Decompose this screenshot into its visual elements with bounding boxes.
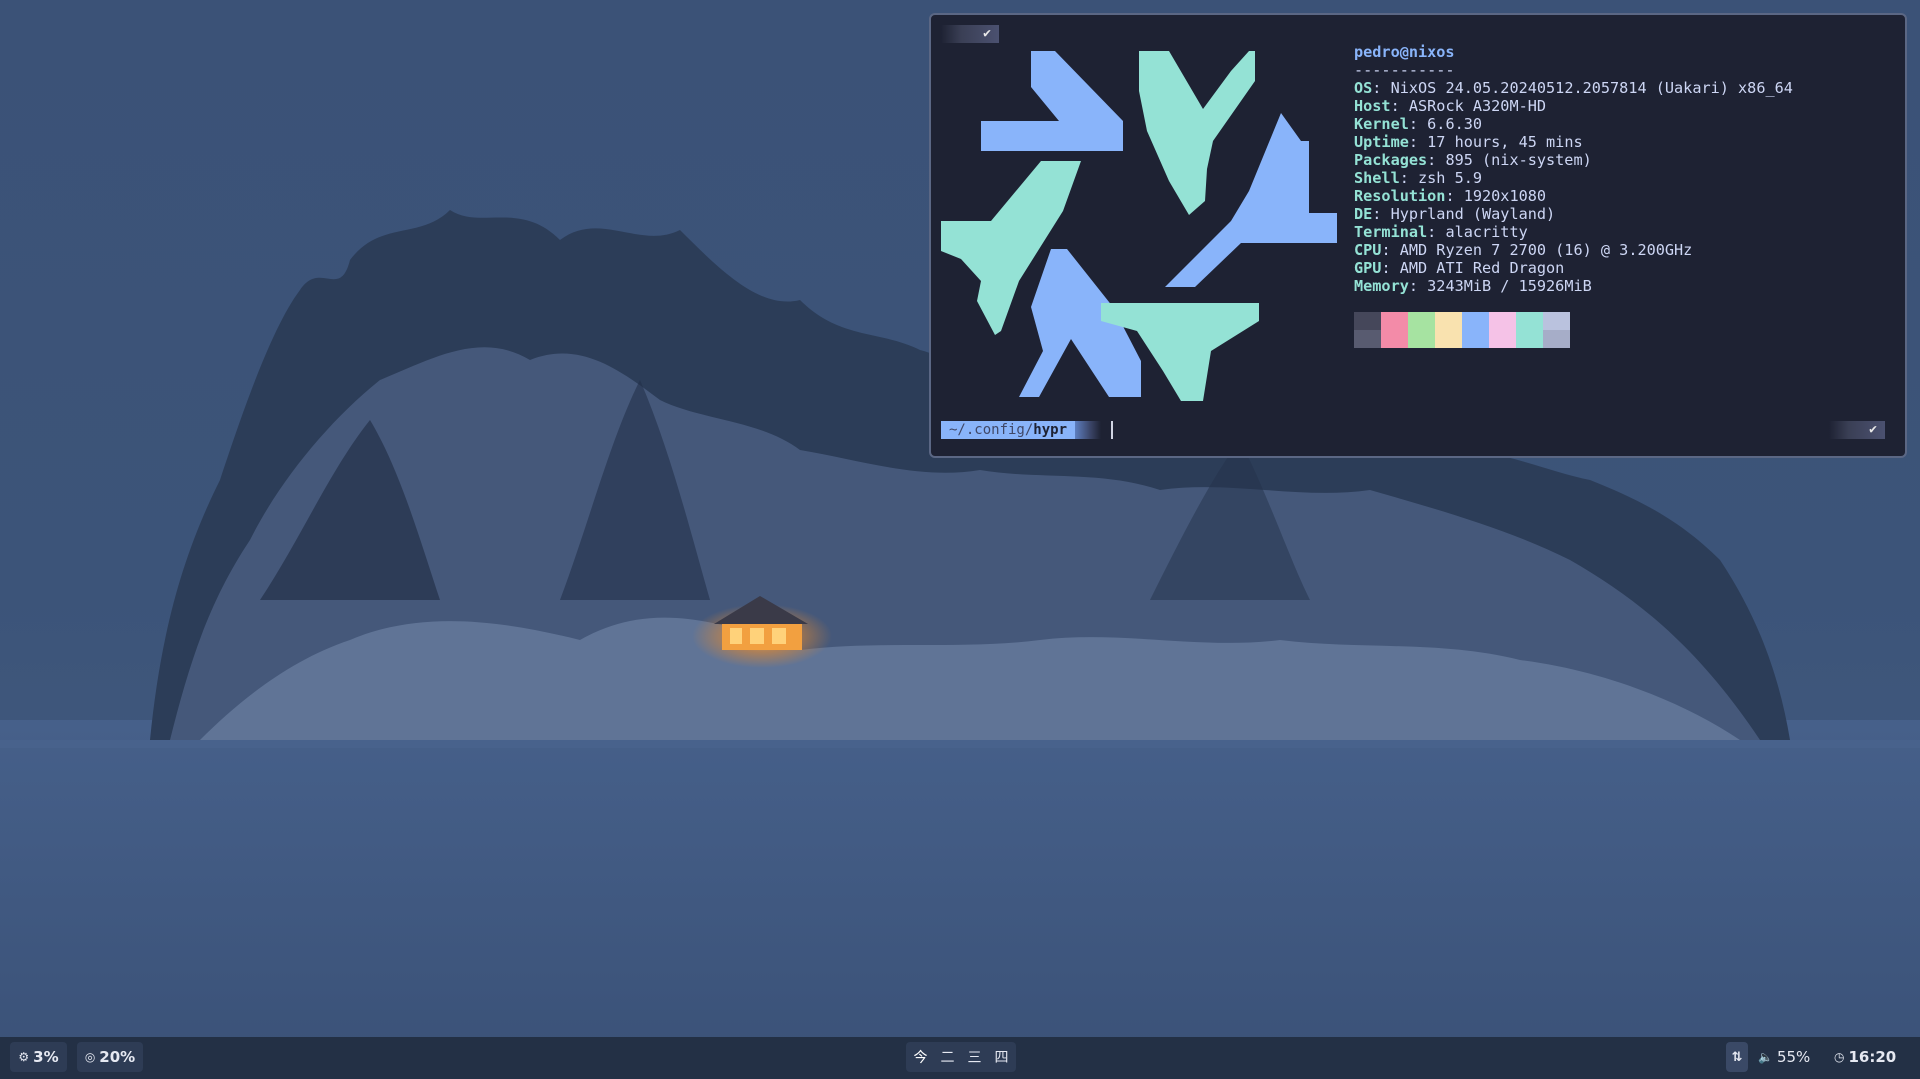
color-swatch — [1381, 312, 1408, 348]
clock-icon: ◷ — [1834, 1050, 1845, 1064]
shell-prompt[interactable]: ~/.config/hypr — [941, 421, 1114, 439]
disk-icon: ◎ — [84, 1050, 96, 1064]
info-key: Host — [1354, 97, 1391, 115]
info-value: : ASRock A320M-HD — [1390, 97, 1547, 115]
network-icon: ⇅ — [1731, 1049, 1743, 1065]
volume-module[interactable]: 🔈 55% — [1758, 1042, 1810, 1072]
info-key: Shell — [1354, 169, 1400, 187]
terminal-window[interactable]: ✔ pedro@nixos ----------- OS: NixOS 24.0… — [929, 13, 1907, 458]
info-key: Terminal — [1354, 223, 1428, 241]
info-key: Memory — [1354, 277, 1409, 295]
color-swatch — [1489, 312, 1516, 348]
workspace-3[interactable]: 三 — [968, 1047, 982, 1067]
info-value: : AMD ATI Red Dragon — [1381, 259, 1565, 277]
color-swatch — [1516, 312, 1543, 348]
info-row-kernel: Kernel: 6.6.30 — [1354, 115, 1793, 133]
color-swatch — [1435, 312, 1462, 348]
workspace-1[interactable]: 今 — [914, 1047, 928, 1067]
workspace-switcher: 今 二 三 四 — [906, 1042, 1016, 1072]
cpu-usage-value: 3% — [33, 1048, 59, 1066]
info-row-shell: Shell: zsh 5.9 — [1354, 169, 1793, 187]
info-row-resolution: Resolution: 1920x1080 — [1354, 187, 1793, 205]
info-key: CPU — [1354, 241, 1382, 259]
system-info: pedro@nixos ----------- OS: NixOS 24.05.… — [1354, 43, 1793, 295]
status-bar: ⚙ 3% ◎ 20% 今 二 三 四 ⇅ 🔈 55% ◷ 16:20 — [0, 1037, 1920, 1079]
color-swatch — [1408, 312, 1435, 348]
info-row-os: OS: NixOS 24.05.20240512.2057814 (Uakari… — [1354, 79, 1793, 97]
info-value: : NixOS 24.05.20240512.2057814 (Uakari) … — [1372, 79, 1793, 97]
info-row-de: DE: Hyprland (Wayland) — [1354, 205, 1793, 223]
info-row-memory: Memory: 3243MiB / 15926MiB — [1354, 277, 1793, 295]
cpu-icon: ⚙ — [18, 1050, 30, 1064]
user-host: pedro@nixos — [1354, 43, 1455, 61]
prompt-directory: ~/.config/hypr — [941, 421, 1076, 439]
color-palette — [1354, 312, 1570, 348]
text-cursor — [1111, 421, 1114, 439]
prompt-separator — [1075, 421, 1102, 439]
workspace-2[interactable]: 二 — [941, 1047, 955, 1067]
info-row-host: Host: ASRock A320M-HD — [1354, 97, 1793, 115]
network-module[interactable]: ⇅ — [1726, 1042, 1748, 1072]
info-value: : 3243MiB / 15926MiB — [1408, 277, 1592, 295]
info-value: : alacritty — [1427, 223, 1528, 241]
workspace-4[interactable]: 四 — [995, 1047, 1009, 1067]
info-key: OS — [1354, 79, 1373, 97]
info-row-packages: Packages: 895 (nix-system) — [1354, 151, 1793, 169]
separator: ----------- — [1354, 61, 1455, 79]
info-value: : AMD Ryzen 7 2700 (16) @ 3.200GHz — [1381, 241, 1693, 259]
volume-value: 55% — [1776, 1048, 1811, 1066]
info-row-gpu: GPU: AMD ATI Red Dragon — [1354, 259, 1793, 277]
clock-module[interactable]: ◷ 16:20 — [1834, 1042, 1896, 1072]
cpu-usage-module[interactable]: ⚙ 3% — [10, 1042, 67, 1072]
info-key: Kernel — [1354, 115, 1409, 133]
disk-usage-module[interactable]: ◎ 20% — [77, 1042, 143, 1072]
info-row-terminal: Terminal: alacritty — [1354, 223, 1793, 241]
prompt-status-top: ✔ — [941, 25, 999, 43]
info-value: : zsh 5.9 — [1399, 169, 1483, 187]
clock-time: 16:20 — [1848, 1048, 1897, 1066]
nixos-logo — [941, 51, 1337, 401]
info-value: : 895 (nix-system) — [1427, 151, 1592, 169]
info-key: DE — [1354, 205, 1373, 223]
info-key: Packages — [1354, 151, 1428, 169]
color-swatch — [1543, 312, 1570, 348]
info-row-cpu: CPU: AMD Ryzen 7 2700 (16) @ 3.200GHz — [1354, 241, 1793, 259]
info-value: : 6.6.30 — [1408, 115, 1483, 133]
color-swatch — [1462, 312, 1489, 348]
info-value: : 1920x1080 — [1445, 187, 1547, 205]
info-key: Uptime — [1354, 133, 1409, 151]
speaker-icon: 🔈 — [1758, 1050, 1773, 1064]
info-row-uptime: Uptime: 17 hours, 45 mins — [1354, 133, 1793, 151]
prompt-dir-prefix: ~/.config/ — [949, 422, 1034, 438]
prompt-dir-current: hypr — [1033, 422, 1068, 438]
info-key: Resolution — [1354, 187, 1446, 205]
color-swatch — [1354, 312, 1381, 348]
prompt-status-right: ✔ — [1829, 421, 1885, 439]
disk-usage-value: 20% — [99, 1048, 136, 1066]
info-key: GPU — [1354, 259, 1382, 277]
info-value: : Hyprland (Wayland) — [1372, 205, 1556, 223]
info-value: : 17 hours, 45 mins — [1408, 133, 1583, 151]
